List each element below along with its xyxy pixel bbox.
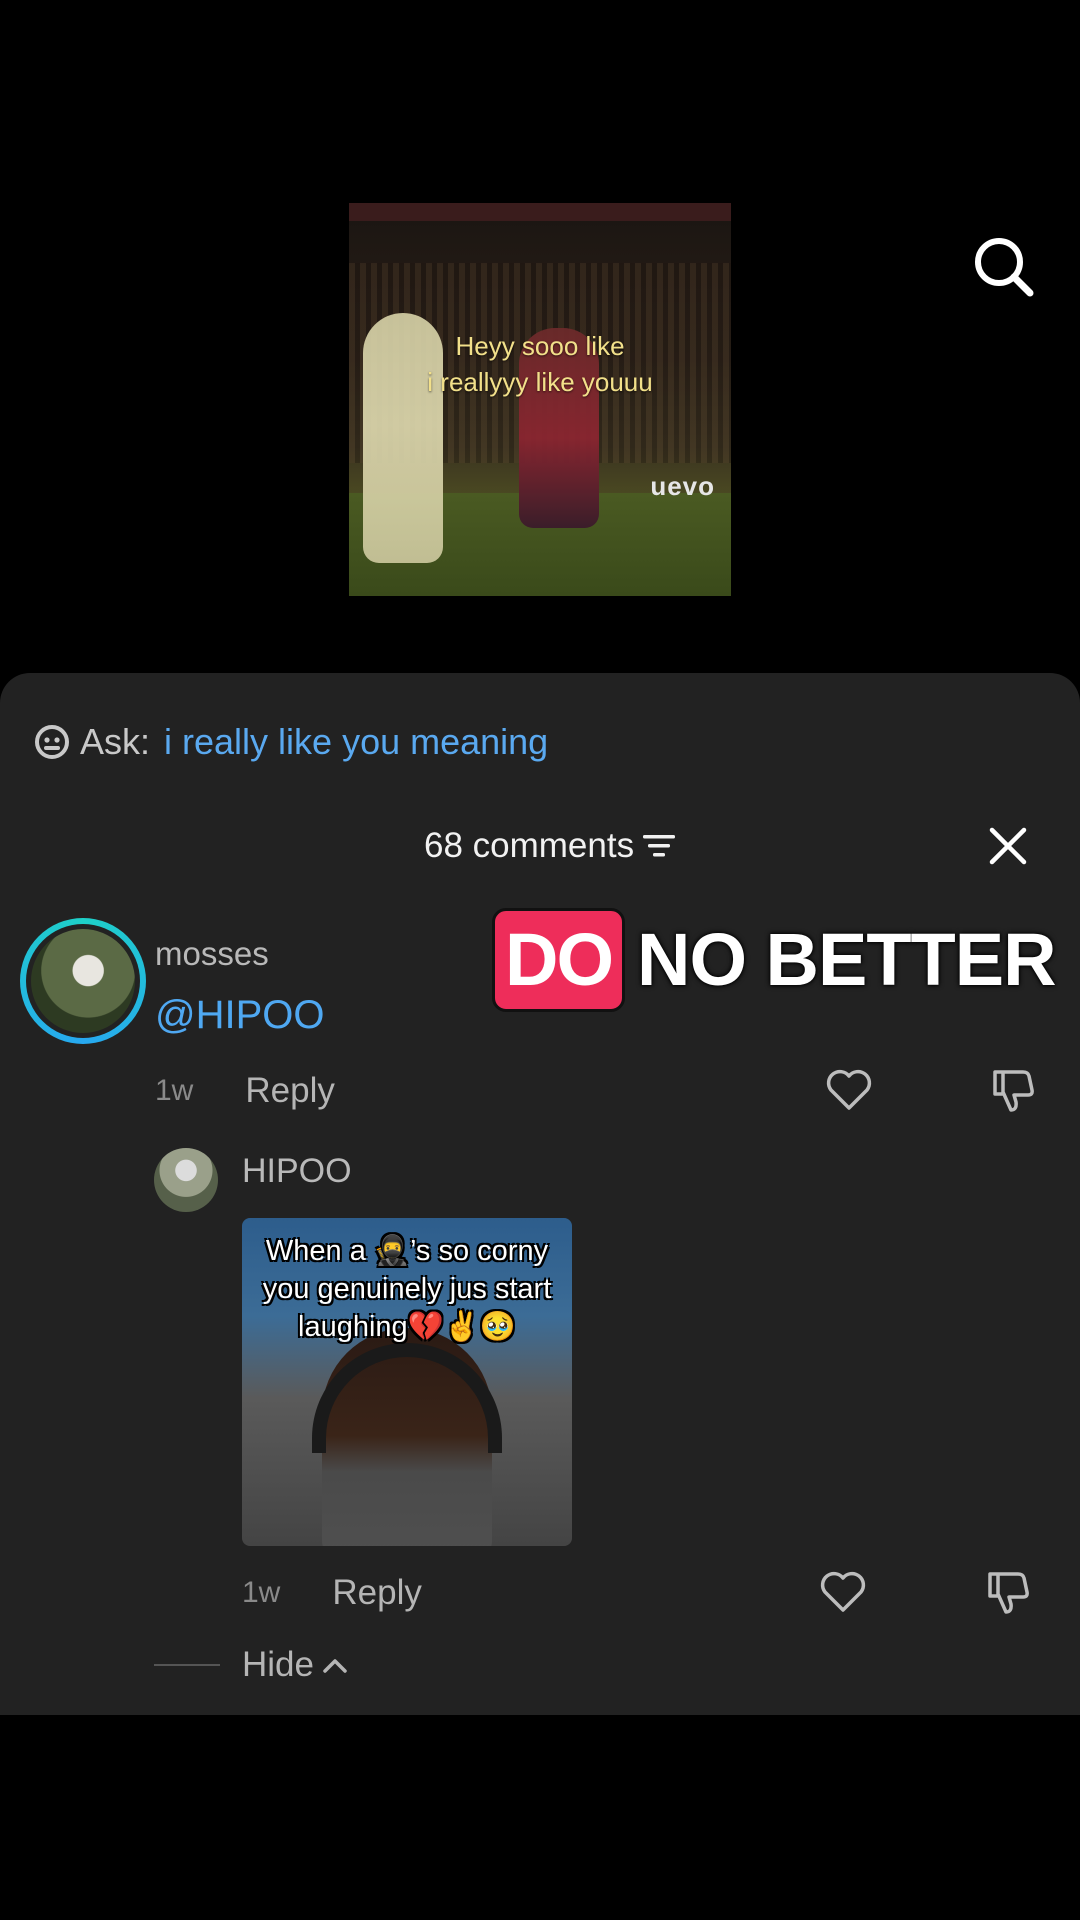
comment-meta: 1w Reply — [155, 1069, 335, 1113]
meme-caption: When a 🥷’s so corny you genuinely jus st… — [262, 1235, 552, 1343]
reply-button[interactable]: Reply — [245, 1071, 334, 1111]
video-caption-line1: Heyy sooo like — [455, 331, 625, 361]
video-caption-line2: i reallyyy like youuu — [427, 367, 653, 397]
overlay-text: NO BETTER — [637, 918, 1057, 1001]
avatar-photo — [31, 929, 135, 1033]
thumbs-down-icon — [993, 1070, 1034, 1112]
thread-divider — [154, 1664, 220, 1666]
avatar[interactable] — [20, 918, 146, 1044]
search-button[interactable] — [972, 235, 1036, 299]
heart-icon — [820, 1571, 866, 1612]
ask-label: Ask: — [80, 721, 151, 762]
reply-like-button[interactable] — [819, 1568, 867, 1616]
video-thumbnail[interactable]: uevo Heyy sooo like i reallyyy like youu… — [349, 203, 731, 596]
chevron-up-icon — [323, 1659, 347, 1673]
video-text-overlay: DO NO BETTER — [492, 908, 1057, 1012]
hide-label: Hide — [242, 1645, 314, 1684]
pitch-banner-text: uevo — [650, 471, 715, 501]
comments-count: 68 comments — [424, 826, 635, 865]
reply-to-reply-button[interactable]: Reply — [332, 1573, 421, 1613]
close-comments-button[interactable] — [988, 826, 1028, 866]
comment-mention-link[interactable]: @HIPOO — [155, 993, 325, 1038]
reply-avatar[interactable] — [154, 1148, 218, 1212]
video-player[interactable]: uevo Heyy sooo like i reallyyy like youu… — [0, 0, 1080, 700]
close-icon — [989, 827, 1027, 865]
reply-meta: 1w Reply — [242, 1571, 422, 1615]
search-icon — [975, 238, 1034, 297]
bottom-bar-area — [0, 1715, 1080, 1920]
like-button[interactable] — [825, 1066, 873, 1114]
reply-username[interactable]: HIPOO — [242, 1152, 352, 1191]
ask-suggestion[interactable]: Ask: i really like you meaning — [34, 720, 548, 764]
thumbs-down-icon — [988, 1572, 1029, 1614]
video-caption: Heyy sooo like i reallyyy like youuu — [349, 328, 731, 400]
reply-dislike-button[interactable] — [984, 1568, 1032, 1616]
dislike-button[interactable] — [989, 1066, 1037, 1114]
comment-timestamp: 1w — [155, 1074, 194, 1107]
overlay-highlight-word: DO — [492, 908, 625, 1012]
heart-icon — [826, 1069, 872, 1110]
ask-query-link[interactable]: i really like you meaning — [164, 721, 548, 763]
comments-count-header: 68 comments — [424, 826, 676, 866]
hide-replies-toggle[interactable]: Hide — [154, 1643, 348, 1687]
filter-icon[interactable] — [642, 833, 676, 859]
reply-timestamp: 1w — [242, 1576, 281, 1609]
reply-attached-image[interactable]: When a 🥷’s so corny you genuinely jus st… — [242, 1218, 572, 1546]
comment-username[interactable]: mosses — [155, 935, 269, 973]
stadium-ad-board — [349, 203, 731, 221]
ai-assistant-icon — [35, 725, 69, 759]
